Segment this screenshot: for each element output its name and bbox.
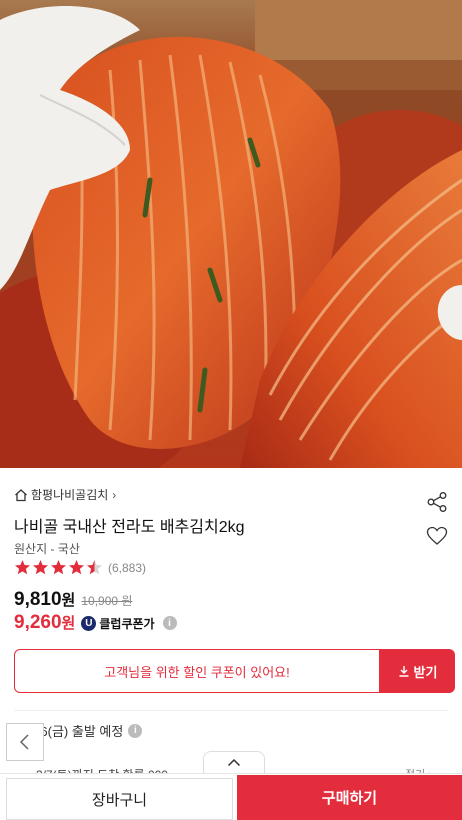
product-image[interactable]: [0, 0, 462, 468]
club-badge-icon: U: [81, 615, 97, 631]
info-icon[interactable]: i: [128, 723, 143, 738]
store-name: 함평나비골김치: [31, 488, 109, 502]
coupon-download-label: 받기: [413, 664, 438, 680]
sale-price-value: 9,810: [14, 589, 62, 610]
chevron-right-icon: ›: [112, 487, 117, 502]
rating-row[interactable]: (6,883): [14, 559, 146, 576]
share-icon[interactable]: [426, 491, 448, 513]
sale-price: 9,810원: [14, 589, 75, 611]
coupon-price-unit: 원: [61, 615, 76, 632]
coupon-download-button[interactable]: 받기: [380, 649, 455, 693]
star-icon: [33, 560, 48, 575]
expand-tab[interactable]: [203, 751, 265, 773]
rating-stars: [14, 559, 104, 576]
club-coupon-text: 클럽쿠폰가: [99, 616, 155, 631]
store-link[interactable]: 함평나비골김치 ›: [14, 486, 116, 503]
coupon-price: 9,260원: [14, 612, 75, 634]
coupon-banner[interactable]: 고객님을 위한 할인 쿠폰이 있어요!: [14, 649, 380, 693]
star-icon: [69, 560, 84, 575]
star-icon: [15, 560, 30, 575]
info-icon[interactable]: i: [162, 616, 177, 630]
kimchi-illustration: [0, 0, 462, 468]
back-button[interactable]: [6, 723, 44, 761]
star-icon: [87, 560, 102, 575]
coupon-price-row: 9,260원 U 클럽쿠폰가 i: [14, 612, 177, 634]
star-icon: [51, 560, 66, 575]
add-to-cart-button[interactable]: 장바구니: [6, 778, 233, 820]
chevron-up-icon: [227, 758, 241, 767]
coupon-price-value: 9,260: [14, 612, 62, 633]
price-row: 9,810원 10,900 원: [14, 589, 132, 611]
product-origin: 원산지 - 국산: [14, 542, 80, 556]
product-title: 나비골 국내산 전라도 배추김치2kg: [14, 519, 245, 536]
original-price: 10,900 원: [81, 594, 133, 608]
chevron-left-icon: [19, 734, 29, 750]
home-icon: [15, 488, 27, 501]
divider: [14, 710, 448, 711]
download-icon: [399, 666, 409, 677]
heart-icon[interactable]: [426, 526, 448, 546]
club-coupon-label: U 클럽쿠폰가: [81, 615, 155, 632]
buy-now-button[interactable]: 구매하기: [237, 775, 462, 820]
sale-price-unit: 원: [61, 592, 76, 609]
review-count: (6,883): [108, 560, 147, 575]
